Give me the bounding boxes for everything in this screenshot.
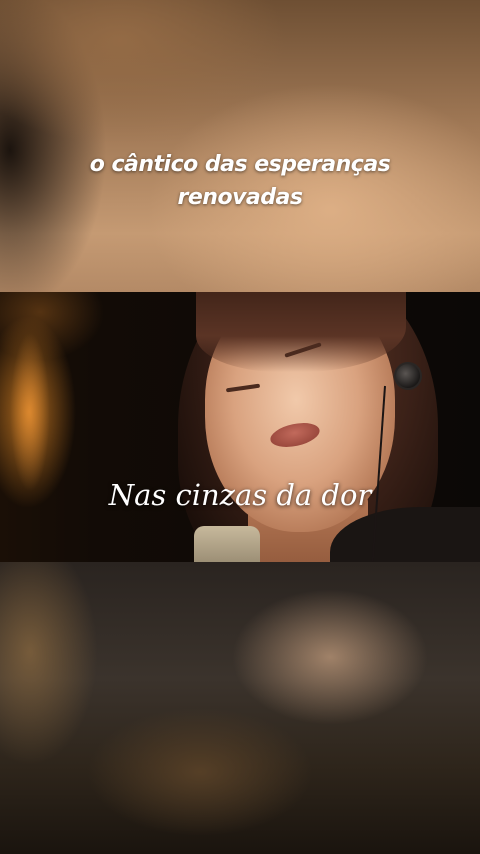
blurred-background-top	[0, 0, 480, 292]
title-line-1: o cântico das esperanças	[89, 152, 391, 177]
video-frame[interactable]	[0, 292, 480, 562]
earphone-icon	[394, 362, 422, 390]
video-player-screen[interactable]: o cântico das esperanças renovadas Nas c…	[0, 0, 480, 854]
microphone-icon	[194, 526, 260, 562]
video-title-overlay: o cântico das esperanças renovadas	[0, 148, 480, 214]
lyric-subtitle: Nas cinzas da dor	[108, 478, 372, 512]
blurred-background-bottom	[0, 562, 480, 854]
background-light	[10, 332, 50, 492]
title-line-2: renovadas	[177, 185, 303, 210]
